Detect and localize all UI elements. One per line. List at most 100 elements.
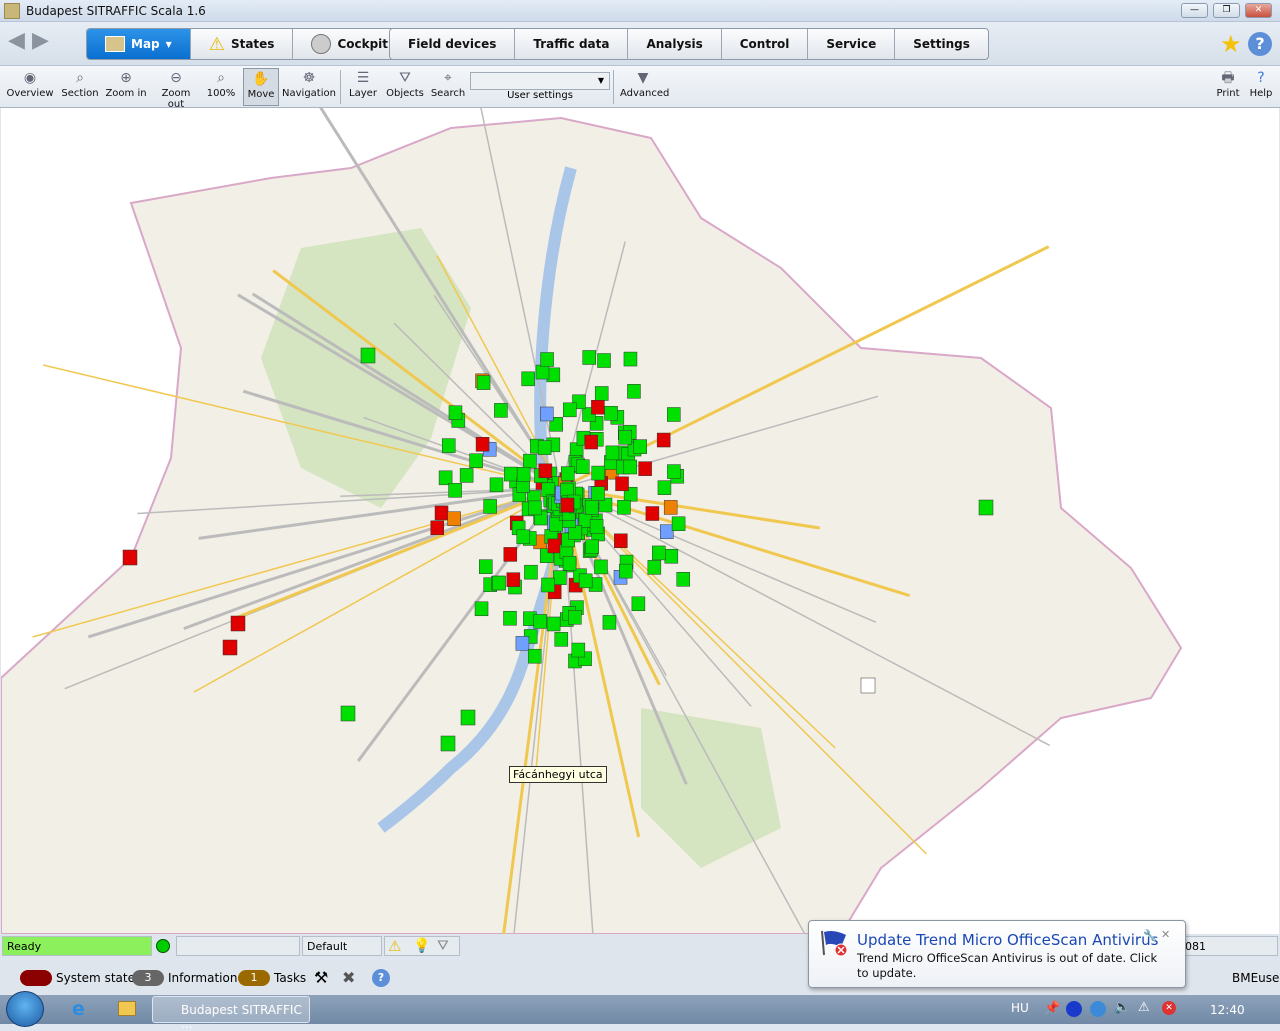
tool-navigation-button[interactable]: ☸ Navigation [282, 68, 336, 106]
help-button[interactable]: ? Help [1246, 68, 1276, 106]
tasks-label[interactable]: Tasks [274, 971, 306, 985]
traffic-device-marker [614, 533, 628, 549]
maximize-button[interactable]: ❐ [1213, 3, 1240, 18]
tab-control[interactable]: Control [722, 29, 809, 59]
lightbulb-icon[interactable]: 💡 [413, 938, 430, 954]
traffic-device-marker [441, 438, 456, 453]
information-label[interactable]: Information [168, 971, 237, 985]
tab-settings[interactable]: Settings [895, 29, 988, 59]
traffic-device-marker [561, 466, 575, 481]
advanced-button[interactable]: ▼ Advanced [620, 68, 669, 106]
system-state-indicator[interactable] [20, 970, 52, 986]
traffic-device-marker [591, 465, 605, 481]
app-icon [4, 3, 20, 19]
tab-service[interactable]: Service [808, 29, 896, 59]
tab-field-devices[interactable]: Field devices [390, 29, 516, 59]
minimize-button[interactable]: — [1181, 3, 1208, 18]
tools-icon[interactable]: ⚒ [314, 968, 328, 987]
close-icon[interactable]: ✕ [1161, 928, 1170, 941]
tool-section-button[interactable]: ⌕ Section [58, 68, 102, 106]
traffic-device-marker [503, 610, 517, 626]
tab-traffic-data[interactable]: Traffic data [515, 29, 629, 59]
network-sync-icon[interactable] [1090, 1001, 1106, 1017]
traffic-device-marker [638, 461, 652, 476]
tool-100--button[interactable]: ⌕ 100% [204, 68, 238, 106]
help-icon[interactable]: ? [372, 969, 390, 987]
internet-explorer-icon[interactable]: e [72, 998, 85, 1020]
connection-ok-icon [156, 939, 170, 953]
taskbar-app-button[interactable]: Budapest SITRAFFIC ... [152, 996, 310, 1031]
tool-search-button[interactable]: ⌖ Search [430, 68, 466, 106]
warning-icon[interactable]: ⚠ [388, 937, 401, 955]
start-button[interactable] [6, 991, 44, 1027]
traffic-device-marker [585, 539, 599, 555]
tasks-count-badge[interactable]: 1 [238, 970, 270, 986]
traffic-device-marker [594, 386, 609, 401]
mute-icon[interactable]: ✖ [342, 968, 355, 987]
map-icon [105, 36, 125, 52]
clock[interactable]: 12:40 [1210, 1003, 1245, 1017]
traffic-device-marker [671, 516, 686, 532]
traffic-device-marker [667, 407, 681, 422]
file-explorer-icon[interactable] [118, 1001, 136, 1016]
favorites-star-icon[interactable]: ★ [1220, 30, 1242, 58]
traffic-device-marker [619, 563, 633, 579]
map-tooltip: Fácánhegyi utca [509, 766, 607, 783]
action-center-error-icon[interactable]: ✕ [1162, 1001, 1176, 1015]
city-map[interactable] [1, 108, 1279, 934]
tab-analysis[interactable]: Analysis [628, 29, 722, 59]
traffic-device-marker [647, 560, 662, 575]
network-warning-icon[interactable]: ⚠ [1138, 1000, 1150, 1015]
back-arrow-icon[interactable]: ◀ [8, 28, 25, 53]
user-settings-label: User settings [507, 90, 573, 101]
pin-icon[interactable]: 📌 [1044, 1001, 1060, 1016]
tool-overview-button[interactable]: ◉ Overview [4, 68, 56, 106]
traffic-device-marker [541, 577, 555, 593]
tool-objects-button[interactable]: ⛛ Objects [385, 68, 425, 106]
traffic-device-marker [521, 371, 535, 387]
traffic-device-marker [438, 470, 453, 486]
tab-map[interactable]: Map ▼ [87, 29, 191, 59]
traffic-device-marker [591, 486, 605, 501]
help-icon[interactable]: ? [1248, 32, 1272, 56]
map-view[interactable] [1, 108, 1279, 934]
tool-zoom-out-button[interactable]: ⊖ Zoom out [152, 68, 200, 110]
filter-icon[interactable]: ⛛ [437, 938, 449, 954]
traffic-device-marker [615, 476, 629, 492]
traffic-device-marker [230, 615, 246, 632]
system-state-label[interactable]: System state [56, 971, 135, 985]
traffic-device-marker [568, 610, 582, 625]
antivirus-notification[interactable]: Update Trend Micro OfficeScan Antivirus … [808, 920, 1186, 988]
tool-icon: ◉ [23, 70, 37, 86]
print-button[interactable]: 🖶 Print [1214, 68, 1242, 106]
tool-icon: ✋ [252, 71, 270, 87]
tool-layer-button[interactable]: ☰ Layer [345, 68, 381, 106]
traffic-device-marker [618, 430, 633, 445]
tool-zoom-in-button[interactable]: ⊕ Zoom in [104, 68, 148, 106]
tab-states[interactable]: ⚠ States [191, 29, 294, 59]
settings-wrench-icon[interactable]: 🔧 [1143, 929, 1157, 942]
tool-move-button[interactable]: ✋ Move [243, 68, 279, 106]
traffic-device-marker [516, 467, 531, 482]
information-count-badge[interactable]: 3 [132, 970, 164, 986]
close-button[interactable]: ✕ [1245, 3, 1272, 18]
notification-message: Trend Micro OfficeScan Antivirus is out … [857, 951, 1158, 980]
traffic-device-marker [623, 351, 638, 367]
traffic-device-marker [448, 405, 463, 420]
forward-arrow-icon[interactable]: ▶ [32, 28, 49, 53]
warning-icon: ⚠ [208, 33, 225, 55]
traffic-device-marker [524, 564, 538, 580]
current-user: BMEuser [1232, 971, 1280, 985]
traffic-device-marker [578, 573, 593, 589]
traffic-device-marker [515, 636, 530, 651]
user-settings-combo[interactable]: ▼ [470, 72, 610, 90]
language-indicator[interactable]: HU [1011, 1001, 1029, 1015]
status-ready: Ready [2, 936, 152, 956]
vpn-icon[interactable] [1066, 1001, 1082, 1017]
traffic-device-marker [527, 648, 542, 664]
traffic-device-marker [448, 483, 462, 498]
traffic-device-marker [617, 500, 631, 515]
traffic-device-marker [660, 524, 674, 539]
volume-icon[interactable]: 🔈 [1114, 1000, 1130, 1015]
traffic-device-marker [533, 614, 547, 629]
